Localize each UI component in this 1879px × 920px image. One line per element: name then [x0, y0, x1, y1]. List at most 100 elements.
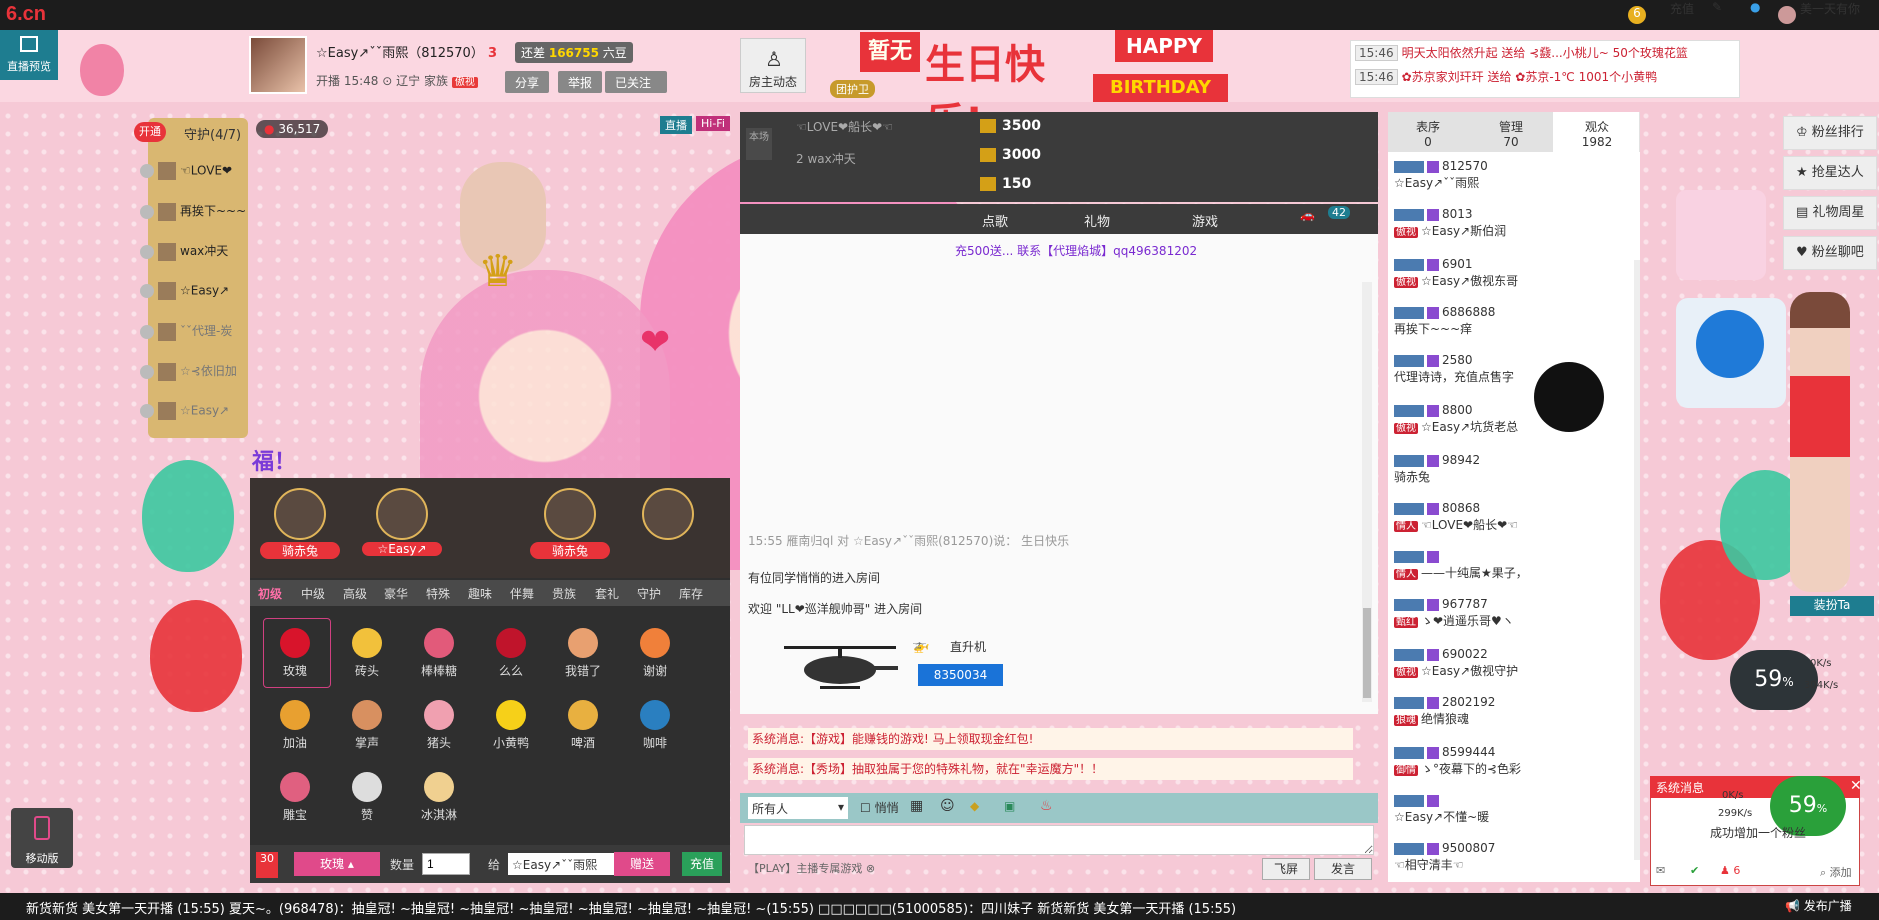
tab-gifts[interactable]: 礼物	[1084, 211, 1110, 230]
fan-seat[interactable]	[628, 488, 708, 542]
audience-row[interactable]: 情人 ——十纯属★果子，	[1394, 548, 1528, 583]
to-user-select[interactable]: ☆Easy↗ˇˇ雨熙	[508, 853, 616, 875]
gift-item[interactable]: 雕宝	[268, 772, 322, 823]
audience-row[interactable]: 80868 情人 ☜LOVE❤船长❤☜	[1394, 500, 1518, 535]
gift-item[interactable]: 掌声	[340, 700, 394, 751]
user-name[interactable]: 美一天有你	[1800, 0, 1860, 17]
hifi-button[interactable]: Hi-Fi	[696, 116, 730, 131]
gift-select-dropdown[interactable]: 玫瑰 ▴	[294, 852, 380, 876]
system-message[interactable]: 系统消息:【秀场】抽取独属于您的特殊礼物，就在"幸运魔方"！！	[748, 758, 1353, 780]
gift-item[interactable]: 么么	[484, 628, 538, 679]
audience-row[interactable]: ☆Easy↗不懂~暖	[1394, 792, 1489, 826]
check-icon[interactable]: ✔	[1690, 864, 1699, 877]
fly-screen-button[interactable]: 飞屏	[1262, 858, 1310, 880]
gift-tab[interactable]: 库存	[679, 585, 703, 602]
audience-row[interactable]: 9500807 ☜相守清丰☜	[1394, 840, 1495, 874]
audience-row[interactable]: 98942 骑赤兔	[1394, 452, 1480, 486]
recharge-link[interactable]: 充值	[1670, 0, 1694, 17]
audience-scrollbar[interactable]	[1634, 260, 1640, 860]
audience-row[interactable]: 2802192 狼魂 绝情狼魂	[1394, 694, 1495, 729]
gift-item[interactable]: 猪头	[412, 700, 466, 751]
gift-tab[interactable]: 高级	[343, 585, 367, 602]
audience-row[interactable]: 6886888 再挨下~~~痒	[1394, 304, 1495, 338]
fan-seat[interactable]: ☆Easy↗	[362, 488, 442, 556]
fans-talk-button[interactable]: ♥ 粉丝聊吧	[1783, 236, 1877, 270]
give-button[interactable]: 赠送	[614, 852, 670, 876]
close-icon[interactable]: ⊗	[866, 862, 875, 875]
broadcast-button[interactable]: 📢 发布广播	[1785, 897, 1852, 914]
rank-user[interactable]: ☜LOVE❤船长❤☜	[796, 118, 893, 135]
gift-item[interactable]: 小黄鸭	[484, 700, 538, 751]
gift-item[interactable]: 砖头	[340, 628, 394, 679]
gift-item[interactable]: 加油	[268, 700, 322, 751]
person-count[interactable]: ♟ 6	[1720, 864, 1740, 877]
tab-admins[interactable]: 管理 70	[1476, 118, 1546, 149]
gift-item[interactable]: 我错了	[556, 628, 610, 679]
guard-item[interactable]: ☆⊰依旧加	[140, 362, 237, 381]
fan-seat[interactable]: 骑赤兔	[530, 488, 610, 559]
rank-user[interactable]: 2 wax冲天	[796, 150, 856, 167]
host-name[interactable]: ☆Easy↗ˇˇ雨熙（812570）	[316, 46, 484, 61]
open-guard-button[interactable]: 开通	[134, 122, 166, 142]
tab-audience[interactable]: 观众 1982	[1562, 118, 1632, 149]
fan-seat[interactable]: 骑赤兔	[260, 488, 340, 559]
tab-songs[interactable]: 点歌	[982, 211, 1008, 230]
guard-item[interactable]: ☆Easy↗	[140, 402, 229, 420]
chat-scroll-thumb[interactable]	[1363, 608, 1371, 698]
gift-tab[interactable]: 豪华	[384, 585, 408, 602]
mail-icon[interactable]: ✉	[1656, 864, 1665, 877]
share-button[interactable]: 分享	[505, 71, 550, 93]
image-icon[interactable]: ▦	[910, 798, 923, 814]
edit-icon[interactable]: ✎	[1712, 0, 1722, 14]
owner-dynamic-button[interactable]: ♙ 房主动态	[740, 38, 806, 93]
chat-target-select[interactable]: 所有人 ▾	[748, 797, 848, 819]
coin-icon[interactable]: 6	[1628, 6, 1646, 24]
play-link[interactable]: 【PLAY】主播专属游戏 ⊗	[748, 860, 875, 876]
recharge-button[interactable]: 充值	[682, 852, 722, 876]
gift-item[interactable]: 赞	[340, 772, 394, 823]
gift-tab[interactable]: 守护	[637, 585, 661, 602]
gift-tab[interactable]: 特殊	[426, 585, 450, 602]
audience-row[interactable]: 6901 傲视 ☆Easy↗傲视东哥	[1394, 256, 1518, 291]
system-message[interactable]: 系统消息:【游戏】能赚钱的游戏! 马上领取现金红包!	[748, 728, 1353, 750]
gift-tab[interactable]: 中级	[301, 585, 325, 602]
qty-input[interactable]	[422, 853, 470, 875]
audience-row[interactable]: 8800 傲视 ☆Easy↗坑货老总	[1394, 402, 1518, 437]
audience-row[interactable]: 2580 代理诗诗，充值点售字	[1394, 352, 1514, 386]
close-icon[interactable]: ✕	[1850, 778, 1862, 794]
report-button[interactable]: 举报	[558, 71, 603, 93]
family-tag[interactable]: 傲视	[451, 77, 478, 88]
gift-badge[interactable]: 30	[256, 852, 278, 878]
gift-week-button[interactable]: ▤ 礼物周星	[1783, 196, 1877, 230]
grab-star-button[interactable]: ★ 抢星达人	[1783, 156, 1877, 190]
car-tab[interactable]	[1260, 204, 1378, 234]
audience-row[interactable]: 812570 ☆Easy↗ˇˇ雨熙	[1394, 158, 1488, 192]
gift-item[interactable]: 谢谢	[628, 628, 682, 679]
guard-item[interactable]: ☆Easy↗	[140, 282, 229, 300]
emoji-icon[interactable]: ☺	[940, 798, 955, 814]
character-dress-figure[interactable]	[1790, 292, 1850, 592]
gift-tab[interactable]: 趣味	[468, 585, 492, 602]
guard-item[interactable]: wax冲天	[140, 242, 228, 261]
host-avatar[interactable]	[249, 36, 307, 94]
gift-tab[interactable]: 初级	[258, 585, 282, 602]
guard-item[interactable]: 再挨下~~~	[140, 202, 246, 221]
send-button[interactable]: 发言	[1314, 858, 1372, 880]
add-button[interactable]: ⌕ 添加	[1820, 864, 1852, 880]
audience-row[interactable]: 8013 傲视 ☆Easy↗斯伯润	[1394, 206, 1506, 241]
whisper-checkbox[interactable]: ☐ 悄悄	[860, 799, 899, 816]
vip-badge-icon[interactable]: ▣	[1004, 799, 1015, 813]
user-avatar[interactable]	[1778, 6, 1796, 24]
followed-button[interactable]: 已关注	[605, 71, 667, 93]
audience-row[interactable]: 967787 甄红 ゝ❤逍遥乐哥♥ヽ	[1394, 596, 1514, 631]
audience-row[interactable]: 8599444 御情 ゝ°夜幕下的⊰色彩	[1394, 744, 1521, 779]
vip-emoji-icon[interactable]: ◆	[970, 799, 979, 813]
guard-item[interactable]: ˇˇ代理-炭	[140, 322, 232, 341]
tab-games[interactable]: 游戏	[1192, 211, 1218, 230]
gift-item[interactable]: 玫瑰	[268, 628, 322, 679]
verify-icon[interactable]: ●	[1750, 0, 1760, 14]
gift-item[interactable]: 啤酒	[556, 700, 610, 751]
dress-up-button[interactable]: 装扮Ta	[1790, 596, 1874, 616]
fans-rank-button[interactable]: ♔ 粉丝排行	[1783, 116, 1877, 150]
audience-row[interactable]: 690022 傲视 ☆Easy↗傲视守护	[1394, 646, 1518, 681]
